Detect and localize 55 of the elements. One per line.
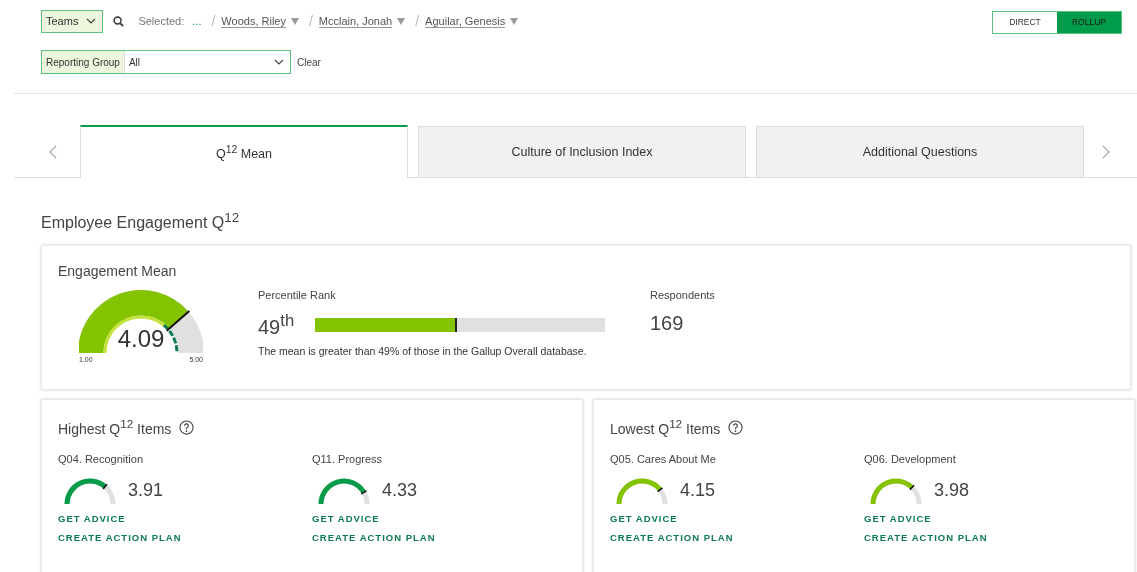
dropdown-triangle-icon[interactable] <box>510 17 519 25</box>
card-title: Lowest Q$^{12}$ Items <box>610 417 721 437</box>
chevron-left-icon[interactable] <box>49 145 57 159</box>
get-advice-link[interactable]: GET ADVICE <box>864 513 1118 524</box>
item-name: Q04. Recognition <box>58 453 144 465</box>
create-action-plan-link[interactable]: CREATE ACTION PLAN <box>312 532 566 543</box>
breadcrumb-link[interactable]: Aguilar, Genesis <box>425 14 506 28</box>
create-action-plan-link[interactable]: CREATE ACTION PLAN <box>58 532 312 543</box>
tab[interactable]: Q$^{12}$ Mean <box>80 125 408 178</box>
create-action-plan-link[interactable]: CREATE ACTION PLAN <box>610 532 864 543</box>
breadcrumb-ellipsis[interactable]: ... <box>192 15 202 27</box>
tab[interactable]: Culture of Inclusion Index <box>418 126 746 177</box>
team-select[interactable]: Teams <box>41 9 104 33</box>
tab[interactable]: Additional Questions <box>756 126 1084 177</box>
item-score: 3.98 <box>934 480 970 502</box>
breadcrumb-separator: / <box>415 13 420 29</box>
card-title: Engagement Mean <box>58 263 178 280</box>
gauge-drawing <box>62 477 118 505</box>
breadcrumb-link[interactable]: Woods, Riley <box>221 14 286 28</box>
percentile-note: The mean is greater than 49% of those in the Gallup Overall database. <box>258 345 588 357</box>
percentile-value: 49$^{th}$ <box>258 311 296 339</box>
clear-link[interactable]: Clear <box>297 56 321 68</box>
item-name: Q05. Cares About Me <box>610 453 717 465</box>
item-name: Q06. Development <box>864 453 957 465</box>
create-action-plan-link[interactable]: CREATE ACTION PLAN <box>864 532 1118 543</box>
breadcrumb-link[interactable]: Mcclain, Jonah <box>318 14 393 28</box>
breadcrumb-separator: / <box>308 13 313 29</box>
chevron-icon <box>86 18 97 24</box>
item-name: Q11. Progress <box>312 453 384 465</box>
chevron-right-icon[interactable] <box>1102 145 1110 159</box>
item-score: 3.91 <box>128 480 164 502</box>
chevron-icon <box>274 59 284 65</box>
view-toggle-button[interactable]: ROLLUP <box>1057 11 1121 33</box>
gauge-drawing <box>316 477 372 505</box>
dropdown-triangle-icon[interactable] <box>397 17 406 25</box>
selected-label: Selected: <box>138 15 185 27</box>
dropdown-triangle-icon[interactable] <box>290 17 299 25</box>
percentile-label: Percentile Rank <box>258 289 337 302</box>
gauge-value: 4.09 <box>116 325 166 354</box>
breadcrumb-separator: / <box>211 13 216 29</box>
search-icon[interactable] <box>113 15 125 27</box>
item-score: 4.15 <box>680 480 716 502</box>
gauge-drawing <box>614 477 670 505</box>
section-heading: Employee Engagement Q$^{12}$ <box>41 210 241 233</box>
get-advice-link[interactable]: GET ADVICE <box>58 513 312 524</box>
get-advice-link[interactable]: GET ADVICE <box>312 513 566 524</box>
respondents-count: 169 <box>650 312 685 336</box>
card-title: Highest Q$^{12}$ Items <box>58 417 172 437</box>
help-icon[interactable] <box>179 419 195 435</box>
help-icon[interactable] <box>728 419 744 435</box>
get-advice-link[interactable]: GET ADVICE <box>610 513 864 524</box>
reporting-group-select[interactable]: Reporting Group All <box>41 50 291 74</box>
gauge-drawing <box>868 477 924 505</box>
respondents-label: Respondents <box>650 289 715 302</box>
item-score: 4.33 <box>382 480 418 502</box>
